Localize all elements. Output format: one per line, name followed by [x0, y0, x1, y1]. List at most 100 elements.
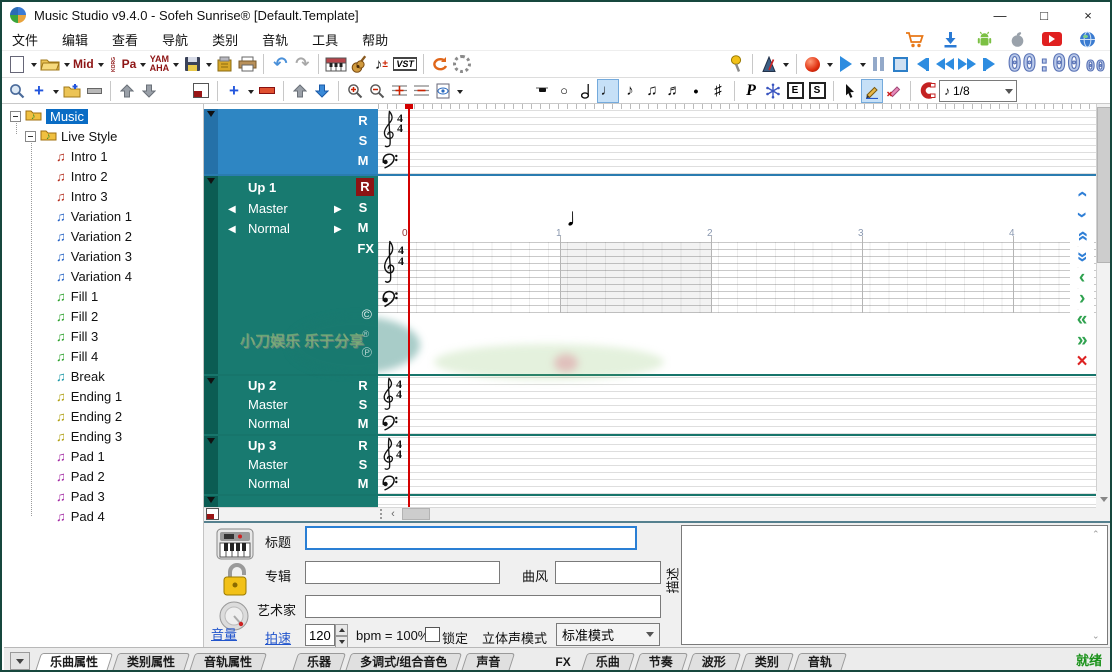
tree-item-label[interactable]: Intro 2 — [71, 169, 108, 184]
move-down-button[interactable] — [139, 80, 159, 102]
piano-keyboard-button[interactable] — [325, 53, 347, 75]
tree-item-label[interactable]: Intro 1 — [71, 149, 108, 164]
menu-view[interactable]: 查看 — [112, 30, 138, 49]
undo-button[interactable]: ↶ — [270, 53, 290, 75]
up3-header[interactable]: Up 3 R Master S Normal M — [218, 436, 378, 494]
record-button[interactable]: R — [354, 113, 372, 128]
tab-song-properties[interactable]: 乐曲属性 — [38, 653, 110, 672]
pedal-button[interactable]: P — [741, 80, 761, 102]
metronome-dropdown[interactable] — [783, 63, 789, 70]
horizontal-scrollbar[interactable] — [204, 507, 1096, 521]
volume-link[interactable]: 音量 — [211, 624, 237, 643]
tab-track[interactable]: 音轨 — [796, 653, 844, 672]
open-file-button[interactable] — [40, 53, 60, 75]
settings-gear-icon[interactable] — [452, 53, 472, 75]
album-input[interactable] — [305, 561, 500, 584]
tab-song[interactable]: 乐曲 — [584, 653, 632, 672]
zoom-in-button[interactable] — [345, 80, 365, 102]
open-file-dropdown[interactable] — [64, 63, 70, 70]
vst-button[interactable]: VST — [393, 53, 417, 75]
rewind-button[interactable] — [935, 53, 955, 75]
master-strip[interactable]: MASTER — [204, 109, 218, 174]
rest-note-button[interactable] — [532, 80, 552, 102]
snap-dropdown-arrow[interactable] — [1005, 89, 1013, 98]
transpose-note-button[interactable]: ♪± — [371, 53, 391, 75]
print-button[interactable] — [237, 53, 257, 75]
refresh-button[interactable] — [430, 53, 450, 75]
genre-input[interactable] — [555, 561, 661, 584]
add-item-dropdown[interactable] — [53, 90, 59, 97]
up4-staff-partial[interactable] — [378, 497, 1096, 507]
tuplet-button[interactable] — [763, 80, 783, 102]
nav-left-button[interactable]: ‹ — [1070, 268, 1094, 288]
tab-category[interactable]: 类别 — [743, 653, 791, 672]
add-track-button[interactable]: + — [224, 80, 244, 102]
yamaha-dropdown[interactable] — [173, 63, 179, 70]
description-textarea[interactable] — [681, 525, 1108, 645]
scroll-left-button[interactable]: ‹ — [386, 508, 400, 520]
horizontal-scrollbar-thumb[interactable] — [402, 508, 430, 520]
nav-up-button[interactable]: ‹ — [1070, 184, 1094, 204]
tempo-link[interactable]: 拍速 — [265, 628, 291, 647]
tree-item-label[interactable]: Fill 3 — [71, 329, 98, 344]
new-file-button[interactable] — [7, 53, 27, 75]
nav-top-button[interactable]: « — [1070, 226, 1094, 246]
section-marker-icon[interactable] — [206, 508, 219, 520]
tempo-input[interactable] — [305, 624, 335, 646]
scroll-up-icon[interactable]: ⌃ — [1092, 529, 1100, 540]
track-up-button[interactable] — [290, 80, 310, 102]
expand-staff-button[interactable] — [389, 80, 409, 102]
mute-button[interactable]: M — [354, 220, 372, 235]
zoom-out-button[interactable] — [367, 80, 387, 102]
step-forward-button[interactable] — [979, 53, 999, 75]
prev-arrow-icon[interactable]: ◀ — [228, 204, 236, 215]
tree-item-label[interactable]: Break — [71, 369, 105, 384]
menu-tools[interactable]: 工具 — [312, 30, 338, 49]
midi-import-button[interactable]: Mid — [73, 53, 94, 75]
fast-forward-button[interactable] — [957, 53, 977, 75]
title-input[interactable] — [305, 526, 637, 550]
scroll-down-button[interactable] — [1096, 491, 1112, 507]
download-icon[interactable] — [942, 31, 959, 48]
add-track-dropdown[interactable] — [248, 90, 254, 97]
record-button[interactable]: R — [354, 378, 372, 393]
korg-pa-button[interactable]: KORGPa — [107, 53, 137, 75]
stop-button[interactable] — [891, 53, 911, 75]
menu-help[interactable]: 帮助 — [362, 30, 388, 49]
nav-start-button[interactable]: « — [1070, 310, 1094, 330]
tab-instrument[interactable]: 乐器 — [295, 653, 343, 672]
prev-arrow-icon[interactable]: ◀ — [228, 224, 236, 235]
maximize-button[interactable]: □ — [1022, 2, 1066, 28]
redo-button[interactable]: ↷ — [292, 53, 312, 75]
instrument-selector[interactable]: Master — [248, 457, 288, 472]
new-file-dropdown[interactable] — [31, 63, 37, 70]
artist-input[interactable] — [305, 595, 661, 618]
midi-dropdown[interactable] — [98, 63, 104, 70]
menu-navigate[interactable]: 导航 — [162, 30, 188, 49]
tree-item-label[interactable]: Pad 2 — [71, 469, 105, 484]
tab-rhythm[interactable]: 节奏 — [637, 653, 685, 672]
collapse-icon[interactable] — [10, 111, 21, 122]
korg-dropdown[interactable] — [140, 63, 146, 70]
up4-header-partial[interactable] — [218, 496, 378, 507]
tree-item-label[interactable]: Intro 3 — [71, 189, 108, 204]
select-cursor-button[interactable] — [840, 80, 860, 102]
tree-item-label[interactable]: Pad 1 — [71, 449, 105, 464]
mode-selector[interactable]: Normal — [248, 416, 290, 431]
track-name[interactable]: Up 3 — [248, 438, 276, 453]
remove-track-button[interactable] — [257, 80, 277, 102]
mute-button[interactable]: M — [354, 153, 372, 168]
solo-button[interactable]: S — [354, 133, 372, 148]
draw-pencil-button[interactable] — [862, 80, 882, 102]
up2-staff[interactable] — [378, 377, 1096, 434]
collapse-triangle-icon[interactable] — [207, 438, 215, 448]
collapse-icon[interactable] — [25, 131, 36, 142]
play-button[interactable] — [836, 53, 856, 75]
half-note-button[interactable] — [576, 80, 596, 102]
tree-item-label[interactable]: Ending 3 — [71, 429, 122, 444]
tree-item-label[interactable]: Variation 2 — [71, 229, 132, 244]
next-arrow-icon[interactable]: ▶ — [334, 224, 342, 235]
export-device-button[interactable] — [215, 53, 235, 75]
tree-item-label[interactable]: Pad 3 — [71, 489, 105, 504]
tempo-up-button[interactable] — [335, 624, 348, 636]
